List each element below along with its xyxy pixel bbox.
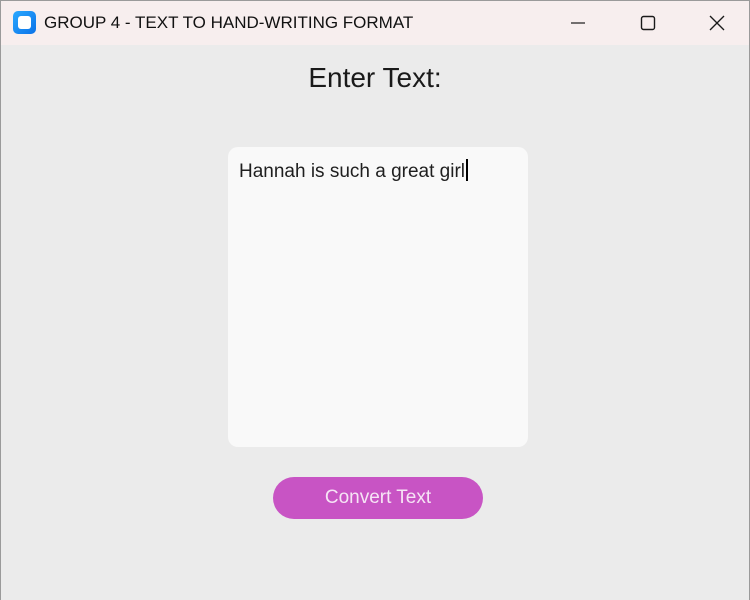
convert-text-button[interactable]: Convert Text xyxy=(273,477,483,519)
app-window: GROUP 4 - TEXT TO HAND-WRITING FORMAT En… xyxy=(0,0,750,600)
text-input-value: Hannah is such a great girl xyxy=(239,161,466,182)
window-title: GROUP 4 - TEXT TO HAND-WRITING FORMAT xyxy=(44,13,414,32)
maximize-button[interactable] xyxy=(613,1,683,45)
page-title: Enter Text: xyxy=(308,62,442,93)
minimize-icon xyxy=(571,22,585,24)
text-caret xyxy=(466,159,469,181)
minimize-button[interactable] xyxy=(543,1,613,45)
close-button[interactable] xyxy=(682,1,749,45)
title-bar[interactable]: GROUP 4 - TEXT TO HAND-WRITING FORMAT xyxy=(1,0,749,45)
maximize-icon xyxy=(640,15,656,31)
close-icon xyxy=(709,15,725,31)
text-input-area[interactable]: Hannah is such a great girl xyxy=(228,147,528,447)
app-icon xyxy=(13,11,36,34)
